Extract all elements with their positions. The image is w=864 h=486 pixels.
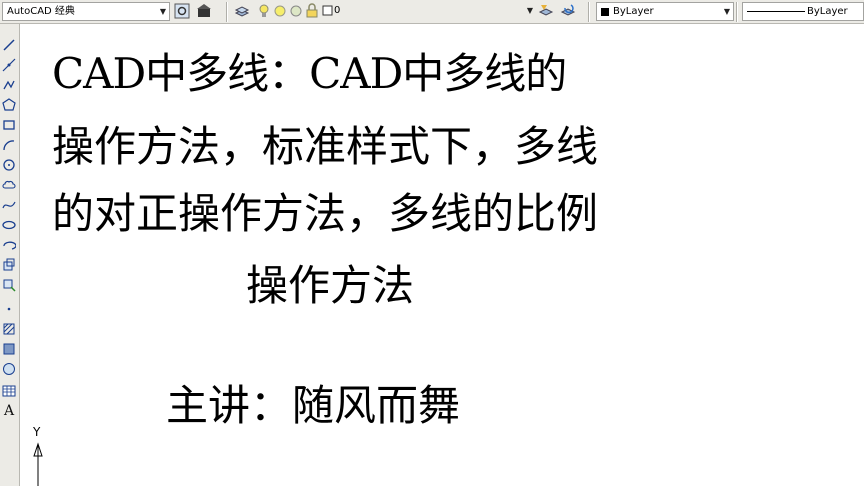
toolbar-separator [736, 2, 738, 22]
lock-icon[interactable] [304, 3, 320, 19]
layer-dropdown[interactable]: 0 ▼ [330, 2, 536, 21]
rectangle-icon[interactable] [2, 118, 16, 132]
revision-cloud-icon[interactable] [2, 178, 16, 192]
ucs-y-label: Y [32, 425, 41, 439]
ucs-icon: Y [32, 425, 43, 486]
sun-icon[interactable] [272, 3, 288, 19]
linetype-dropdown[interactable]: ByLayer [742, 2, 864, 21]
make-block-icon[interactable] [2, 278, 16, 292]
title-line-1: CAD中多线：CAD中多线的 [52, 49, 567, 98]
construction-line-icon[interactable] [2, 58, 16, 72]
viewport-freeze-icon[interactable] [288, 3, 304, 19]
linetype-sample-icon [747, 11, 805, 12]
presenter-line: 主讲：随风而舞 [166, 381, 461, 430]
chevron-down-icon: ▼ [723, 7, 730, 16]
point-icon[interactable] [2, 300, 16, 314]
linetype-value: ByLayer [807, 6, 848, 17]
multiline-text-icon[interactable]: A [2, 404, 16, 418]
color-swatch-icon [601, 8, 609, 16]
title-line-2: 操作方法，标准样式下，多线 [52, 122, 599, 171]
title-line-4: 操作方法 [246, 261, 415, 310]
top-toolbar: AutoCAD 经典 ▼ 0 ▼ ByLayer ▼ ByLayer [0, 0, 864, 24]
workspace-settings-icon[interactable] [174, 3, 190, 19]
layer-properties-icon[interactable] [234, 3, 250, 19]
draw-toolbar: A [0, 24, 20, 486]
color-value: ByLayer [613, 6, 654, 17]
workspace-save-icon[interactable] [196, 3, 212, 19]
ellipse-icon[interactable] [2, 218, 16, 232]
circle-icon[interactable] [2, 158, 16, 172]
region-icon[interactable] [2, 362, 16, 376]
table-icon[interactable] [2, 384, 16, 398]
polyline-icon[interactable] [2, 78, 16, 92]
workspace-value: AutoCAD 经典 [7, 6, 75, 17]
layer-previous-icon[interactable] [560, 3, 576, 19]
title-line-3: 的对正操作方法，多线的比例 [52, 189, 599, 238]
ellipse-arc-icon[interactable] [2, 238, 16, 252]
chevron-down-icon: ▼ [159, 7, 166, 16]
polygon-icon[interactable] [2, 98, 16, 112]
make-object-layer-current-icon[interactable] [538, 3, 554, 19]
insert-block-icon[interactable] [2, 258, 16, 272]
arc-icon[interactable] [2, 138, 16, 152]
toolbar-separator [226, 2, 228, 22]
chevron-down-icon: ▼ [526, 6, 533, 15]
color-dropdown[interactable]: ByLayer ▼ [596, 2, 734, 21]
gradient-icon[interactable] [2, 342, 16, 356]
workspace-dropdown[interactable]: AutoCAD 经典 ▼ [2, 2, 170, 21]
spline-icon[interactable] [2, 198, 16, 212]
hatch-icon[interactable] [2, 322, 16, 336]
line-icon[interactable] [2, 38, 16, 52]
toolbar-separator [588, 2, 590, 22]
layer-value: 0 [334, 5, 341, 16]
lightbulb-icon[interactable] [256, 3, 272, 19]
